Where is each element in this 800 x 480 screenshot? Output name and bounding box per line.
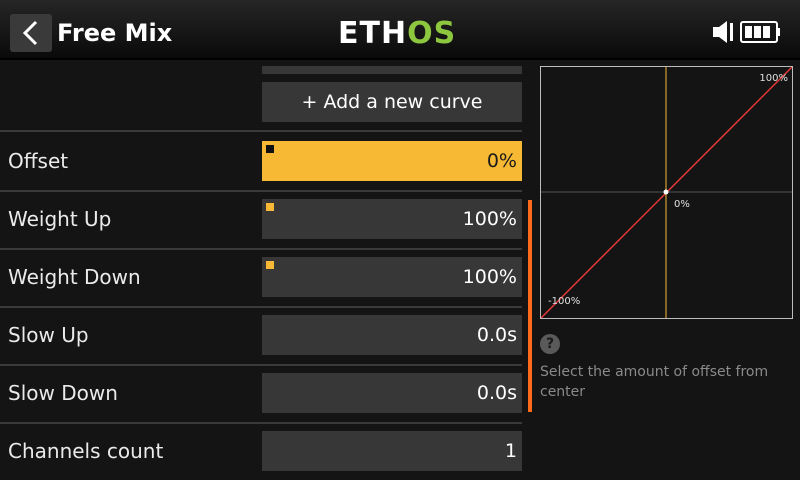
curve-graph: 100% 0% -100%: [540, 66, 793, 319]
field-marker-icon: [266, 261, 274, 269]
row-slow-up: Slow Up 0.0s: [0, 306, 522, 366]
offset-value: 0%: [486, 150, 517, 172]
speaker-icon[interactable]: [712, 19, 736, 45]
slow-down-field[interactable]: 0.0s: [262, 373, 522, 413]
channels-count-label: Channels count: [8, 439, 164, 463]
scrolled-field-stub: [262, 66, 522, 74]
slow-down-label: Slow Down: [8, 381, 118, 405]
graph-label-top: 100%: [759, 73, 788, 84]
row-offset: Offset 0%: [0, 132, 522, 192]
weight-down-field[interactable]: 100%: [262, 257, 522, 297]
offset-field[interactable]: 0%: [262, 141, 522, 181]
row-weight-up: Weight Up 100%: [0, 190, 522, 250]
back-button[interactable]: [10, 14, 52, 52]
slow-up-field[interactable]: 0.0s: [262, 315, 522, 355]
header-bar: Free Mix ETHOS: [0, 0, 800, 60]
curve-center-point: [663, 189, 669, 195]
weight-down-label: Weight Down: [8, 265, 141, 289]
curve-plot: [541, 67, 792, 318]
field-marker-icon: [266, 145, 274, 153]
help-icon: ?: [540, 334, 560, 354]
slow-up-value: 0.0s: [476, 324, 517, 346]
help-text: Select the amount of offset from center: [540, 364, 769, 400]
row-weight-down: Weight Down 100%: [0, 248, 522, 308]
graph-label-center: 0%: [674, 199, 690, 210]
back-arrow-icon: [22, 20, 38, 46]
channels-count-value: 1: [504, 440, 517, 462]
add-new-curve-button[interactable]: + Add a new curve: [262, 82, 522, 122]
ethos-logo: ETHOS: [338, 16, 457, 51]
row-slow-down: Slow Down 0.0s: [0, 364, 522, 424]
battery-icon: [740, 21, 780, 43]
offset-label: Offset: [8, 149, 69, 173]
graph-label-bottom: -100%: [548, 296, 581, 307]
weight-up-field[interactable]: 100%: [262, 199, 522, 239]
weight-down-value: 100%: [462, 266, 517, 288]
scrollbar[interactable]: [528, 200, 532, 412]
row-channels-count: Channels count 1: [0, 422, 522, 480]
field-marker-icon: [266, 203, 274, 211]
slow-down-value: 0.0s: [476, 382, 517, 404]
slow-up-label: Slow Up: [8, 323, 89, 347]
weight-up-value: 100%: [462, 208, 517, 230]
channels-count-field[interactable]: 1: [262, 431, 522, 471]
page-title: Free Mix: [57, 19, 173, 47]
weight-up-label: Weight Up: [8, 207, 112, 231]
